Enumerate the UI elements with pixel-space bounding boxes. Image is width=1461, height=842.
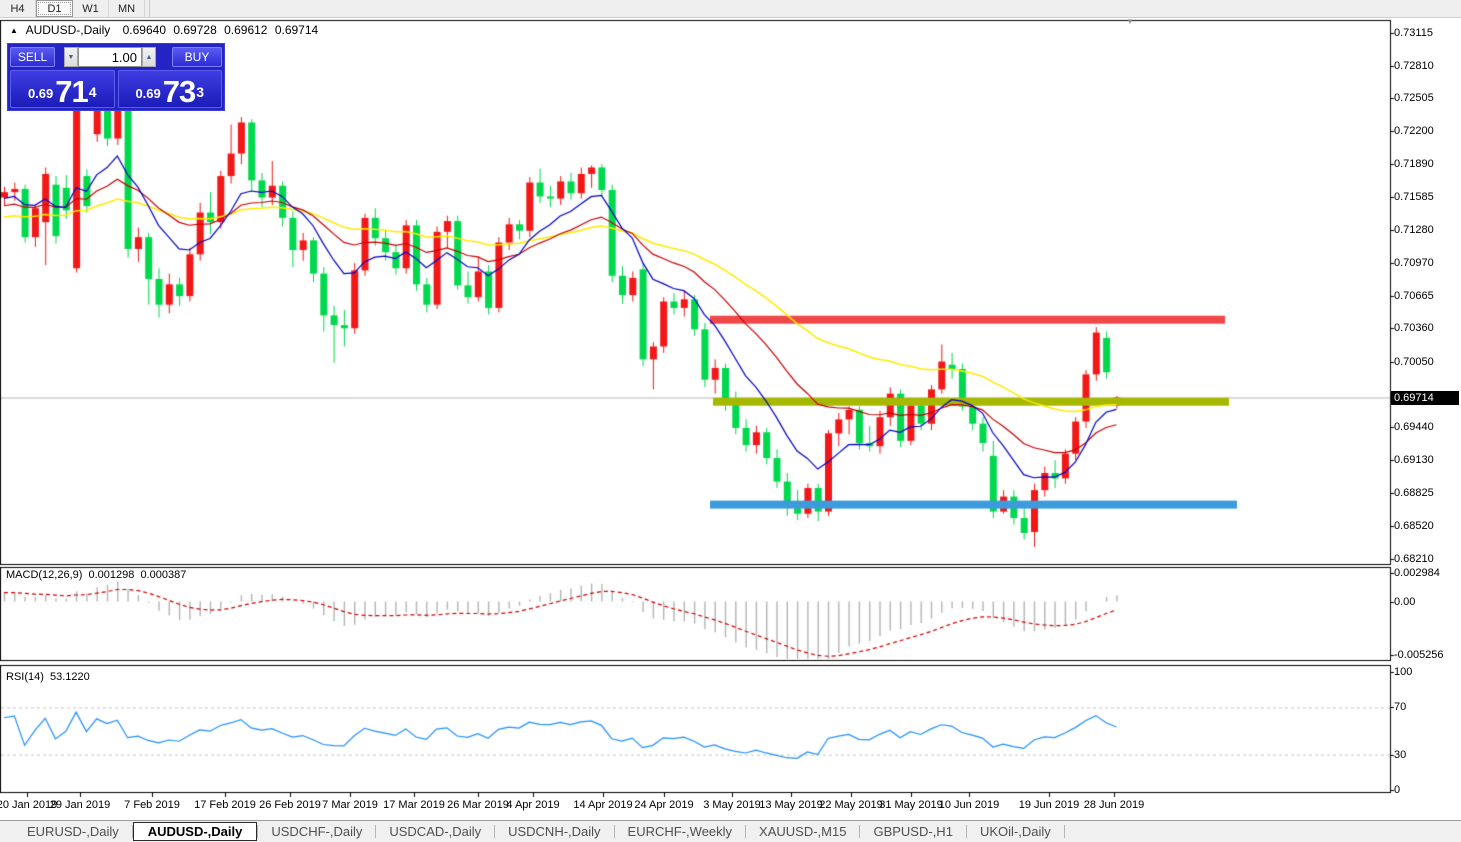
date-axis-label: 22 May 2019 — [819, 799, 883, 811]
buy-button[interactable]: BUY — [172, 47, 222, 67]
collapse-arrow-icon[interactable]: ▲ — [10, 26, 18, 35]
rsi-name: RSI(14) — [6, 671, 44, 683]
timeframe-button-mn[interactable]: MN — [109, 0, 145, 17]
chart-tab-bar: EURUSD-,Daily AUDUSD-,Daily USDCHF-,Daily U… — [0, 820, 1461, 842]
tab-gbpusd-h1[interactable]: GBPUSD-,H1 — [860, 823, 965, 840]
price-axis-label: 0.70665 — [1394, 289, 1434, 302]
timeframe-buttons: H4 D1 W1 MN — [0, 0, 145, 17]
trade-panel-prices: 0.69 71 4 0.69 73 3 — [10, 70, 222, 108]
ohlc-open: 0.69640 — [122, 23, 167, 37]
buy-price-base: 0.69 — [135, 86, 161, 101]
sell-button[interactable]: SELL — [10, 47, 55, 67]
timeframe-button-h4[interactable]: H4 — [0, 0, 36, 17]
macd-main-value: 0.001298 — [88, 569, 135, 581]
date-axis-label: 17 Mar 2019 — [383, 799, 445, 811]
price-axis-label: 0.72200 — [1394, 125, 1434, 138]
price-axis-label: 0.69130 — [1394, 454, 1434, 467]
rsi-axis-label: 70 — [1394, 701, 1407, 714]
price-axis-label: 0.70360 — [1394, 322, 1434, 335]
macd-axis-label: 0.002984 — [1394, 567, 1440, 579]
volume-decrease-button[interactable]: ▼ — [64, 47, 78, 67]
current-price-tag: 0.69714 — [1391, 390, 1459, 405]
sell-price-big: 71 — [55, 74, 88, 109]
tab-eurusd-daily[interactable]: EURUSD-,Daily — [14, 823, 132, 840]
date-axis-label: 7 Feb 2019 — [124, 799, 180, 811]
volume-input[interactable] — [78, 47, 142, 67]
price-axis-label: 0.70050 — [1394, 355, 1434, 368]
timeframe-button-d1[interactable]: D1 — [36, 0, 73, 17]
tab-usdchf-daily[interactable]: USDCHF-,Daily — [258, 823, 375, 840]
macd-axis-label: 0.00 — [1394, 595, 1416, 608]
timeframe-button-w1[interactable]: W1 — [73, 0, 109, 17]
rsi-value: 53.1220 — [49, 671, 90, 683]
tab-usdcnh-daily[interactable]: USDCNH-,Daily — [495, 823, 613, 840]
price-axis-label: 0.71280 — [1394, 223, 1434, 236]
price-axis-label: 0.72810 — [1394, 59, 1434, 72]
chart-title: ▲ AUDUSD-,Daily 0.69640 0.69728 0.69612 … — [10, 23, 322, 37]
date-axis-label: 28 Jun 2019 — [1083, 799, 1145, 811]
date-axis-label: 19 Jun 2019 — [1018, 799, 1080, 811]
date-axis-label: 13 May 2019 — [759, 799, 823, 811]
trade-panel-controls: SELL ▼ ▲ BUY — [10, 46, 222, 68]
price-axis-label: 0.72505 — [1394, 92, 1434, 105]
tab-usdcad-daily[interactable]: USDCAD-,Daily — [376, 823, 494, 840]
tab-ukoil-daily[interactable]: UKOil-,Daily — [967, 823, 1064, 840]
buy-price-button[interactable]: 0.69 73 3 — [117, 70, 222, 109]
price-axis-label: 0.71890 — [1394, 158, 1434, 171]
date-axis-label: 7 Mar 2019 — [322, 799, 378, 811]
tab-divider — [1063, 825, 1065, 838]
rsi-label: RSI(14) 53.1220 — [6, 671, 93, 683]
price-axis-label: 0.68520 — [1394, 519, 1434, 532]
ohlc-low: 0.69612 — [224, 23, 268, 37]
date-axis-label: 3 May 2019 — [703, 799, 761, 811]
date-axis-label: 29 Jan 2019 — [49, 799, 111, 811]
chart-shift-marker-icon[interactable]: ▼ — [1126, 17, 1134, 26]
spinner-down-icon: ▼ — [67, 53, 75, 61]
date-axis-label: 26 Mar 2019 — [447, 799, 509, 811]
tab-audusd-daily[interactable]: AUDUSD-,Daily — [132, 822, 258, 841]
date-axis-label: 20 Jan 2019 — [0, 799, 58, 811]
price-axis-label: 0.68210 — [1394, 552, 1434, 565]
timeframe-toolbar: H4 D1 W1 MN — [0, 0, 1461, 18]
spinner-up-icon: ▲ — [145, 53, 153, 61]
buy-price-big: 73 — [162, 74, 196, 109]
macd-label: MACD(12,26,9) 0.001298 0.000387 — [6, 569, 189, 581]
price-axis-label: 0.73115 — [1394, 26, 1433, 39]
toolbar-separator — [145, 0, 150, 17]
date-axis-label: 31 May 2019 — [879, 799, 943, 811]
macd-name: MACD(12,26,9) — [6, 569, 83, 581]
date-axis-label: 26 Feb 2019 — [259, 799, 321, 811]
date-axis-label: 17 Feb 2019 — [194, 799, 256, 811]
chart-canvas[interactable] — [0, 0, 1461, 842]
one-click-trading-panel: SELL ▼ ▲ BUY 0.69 71 4 0.69 73 3 — [7, 43, 225, 111]
tab-eurchf-weekly[interactable]: EURCHF-,Weekly — [615, 823, 746, 840]
rsi-axis-label: 100 — [1394, 666, 1413, 678]
ohlc-high: 0.69728 — [173, 23, 217, 37]
sell-price-button[interactable]: 0.69 71 4 — [10, 70, 115, 108]
date-axis-label: 14 Apr 2019 — [573, 799, 633, 811]
macd-axis-label: -0.005256 — [1394, 649, 1444, 661]
price-axis-label: 0.71585 — [1394, 190, 1434, 203]
date-axis-label: 4 Apr 2019 — [506, 799, 560, 811]
sell-price-pip: 4 — [88, 84, 97, 100]
sell-price-base: 0.69 — [27, 86, 54, 101]
macd-signal-value: 0.000387 — [140, 569, 187, 581]
chart-tabs: EURUSD-,Daily AUDUSD-,Daily USDCHF-,Daily U… — [14, 822, 1065, 841]
price-axis-label: 0.69440 — [1394, 420, 1434, 433]
volume-increase-button[interactable]: ▲ — [142, 47, 156, 67]
price-axis-label: 0.70970 — [1394, 256, 1434, 269]
ohlc-close: 0.69714 — [274, 23, 319, 37]
price-axis-label: 0.68825 — [1394, 486, 1434, 499]
rsi-axis-label: 0 — [1394, 784, 1401, 796]
rsi-axis-label: 30 — [1394, 748, 1407, 761]
date-axis-label: 10 Jun 2019 — [938, 799, 1000, 811]
tab-xauusd-m15[interactable]: XAUUSD-,M15 — [746, 823, 859, 840]
symbol-period-label: AUDUSD-,Daily — [25, 23, 111, 37]
date-axis-label: 24 Apr 2019 — [634, 799, 694, 811]
buy-price-pip: 3 — [196, 84, 205, 100]
